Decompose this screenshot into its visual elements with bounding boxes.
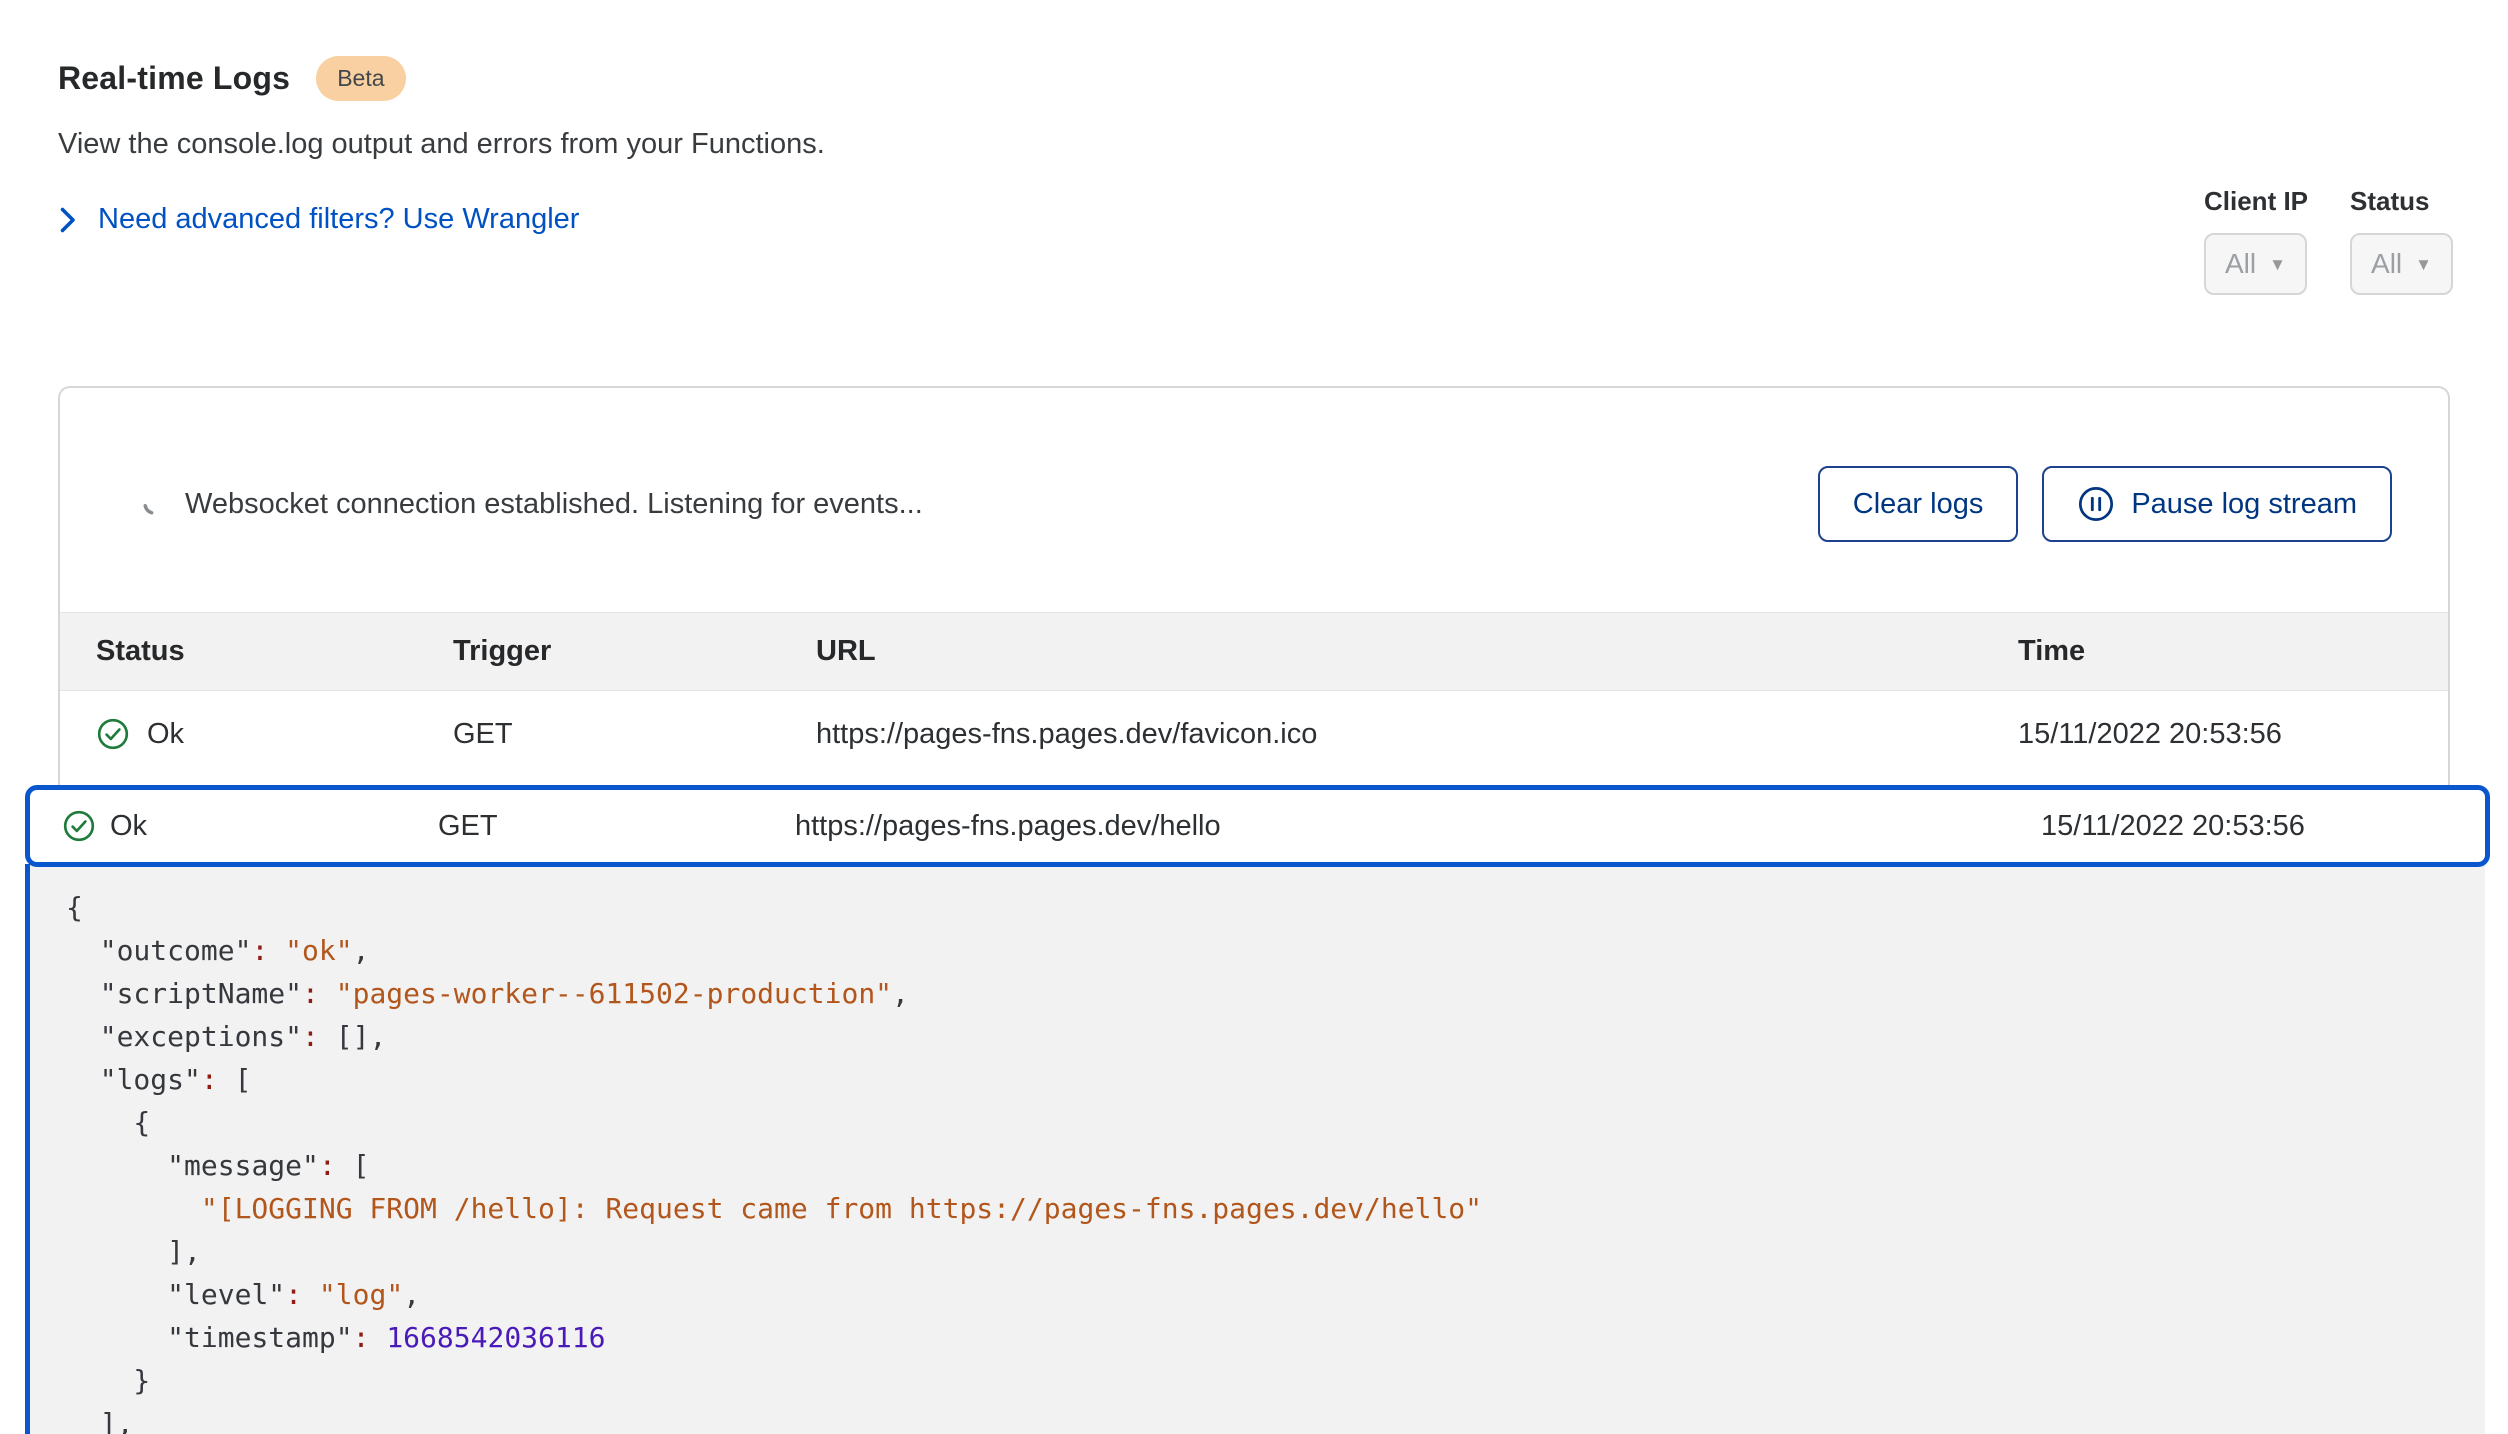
logs-toolbar: Websocket connection established. Listen…: [60, 388, 2448, 612]
wrangler-link-label: Need advanced filters? Use Wrangler: [98, 203, 579, 236]
log-filters: Client IP All ▼ Status All ▼: [2204, 186, 2453, 295]
expanded-url-cell: https://pages-fns.pages.dev/hello: [795, 810, 2041, 843]
expanded-trigger-cell: GET: [438, 810, 795, 843]
row-status-cell: Ok: [60, 717, 453, 751]
clear-logs-label: Clear logs: [1853, 488, 1984, 521]
row-status-text: Ok: [147, 718, 184, 751]
toolbar-buttons: Clear logs Pause log stream: [1818, 466, 2392, 542]
chevron-right-icon: [58, 205, 76, 235]
logs-card: Websocket connection established. Listen…: [58, 386, 2450, 1434]
success-check-icon: [62, 809, 96, 843]
client-ip-label: Client IP: [2204, 186, 2308, 217]
row-trigger-cell: GET: [453, 718, 816, 751]
beta-badge: Beta: [316, 56, 405, 101]
expanded-status-cell: Ok: [30, 809, 438, 843]
expanded-time-cell: 15/11/2022 20:53:56: [2041, 810, 2485, 843]
client-ip-dropdown[interactable]: All ▼: [2204, 233, 2307, 295]
log-json-panel: { "outcome": "ok", "scriptName": "pages-…: [25, 864, 2485, 1434]
caret-down-icon: ▼: [2269, 255, 2286, 275]
log-table-header: Status Trigger URL Time: [60, 612, 2448, 691]
expanded-status-text: Ok: [110, 810, 147, 843]
row-time-cell: 15/11/2022 20:53:56: [2018, 718, 2448, 751]
page-subtitle: View the console.log output and errors f…: [58, 128, 2450, 161]
column-header-time: Time: [2018, 635, 2448, 668]
pause-log-stream-button[interactable]: Pause log stream: [2042, 466, 2392, 542]
expanded-log-row[interactable]: Ok GET https://pages-fns.pages.dev/hello…: [25, 785, 2490, 867]
wrangler-link[interactable]: Need advanced filters? Use Wrangler: [58, 203, 579, 236]
log-json: { "outcome": "ok", "scriptName": "pages-…: [66, 886, 2485, 1434]
column-header-trigger: Trigger: [453, 635, 816, 668]
clear-logs-button[interactable]: Clear logs: [1818, 466, 2019, 542]
title-row: Real-time Logs Beta: [58, 56, 2450, 101]
filter-status: Status All ▼: [2350, 186, 2453, 295]
websocket-status-text: Websocket connection established. Listen…: [185, 488, 923, 521]
pause-log-stream-label: Pause log stream: [2131, 488, 2357, 521]
status-dropdown[interactable]: All ▼: [2350, 233, 2453, 295]
pause-icon: [2077, 485, 2115, 523]
page-header: Real-time Logs Beta View the console.log…: [0, 0, 2508, 236]
status-value: All: [2371, 248, 2402, 280]
caret-down-icon: ▼: [2415, 255, 2432, 275]
client-ip-value: All: [2225, 248, 2256, 280]
websocket-status: Websocket connection established. Listen…: [140, 488, 923, 521]
column-header-url: URL: [816, 635, 2018, 668]
page-title: Real-time Logs: [58, 60, 290, 97]
status-label: Status: [2350, 186, 2453, 217]
expanded-log-entry: Ok GET https://pages-fns.pages.dev/hello…: [25, 785, 2490, 1434]
column-header-status: Status: [60, 635, 453, 668]
success-check-icon: [96, 717, 130, 751]
log-table-row[interactable]: Ok GET https://pages-fns.pages.dev/favic…: [60, 691, 2448, 777]
spinner-icon: [140, 490, 168, 518]
realtime-logs-page: Real-time Logs Beta View the console.log…: [0, 0, 2508, 1434]
row-url-cell: https://pages-fns.pages.dev/favicon.ico: [816, 718, 2018, 751]
filter-client-ip: Client IP All ▼: [2204, 186, 2308, 295]
